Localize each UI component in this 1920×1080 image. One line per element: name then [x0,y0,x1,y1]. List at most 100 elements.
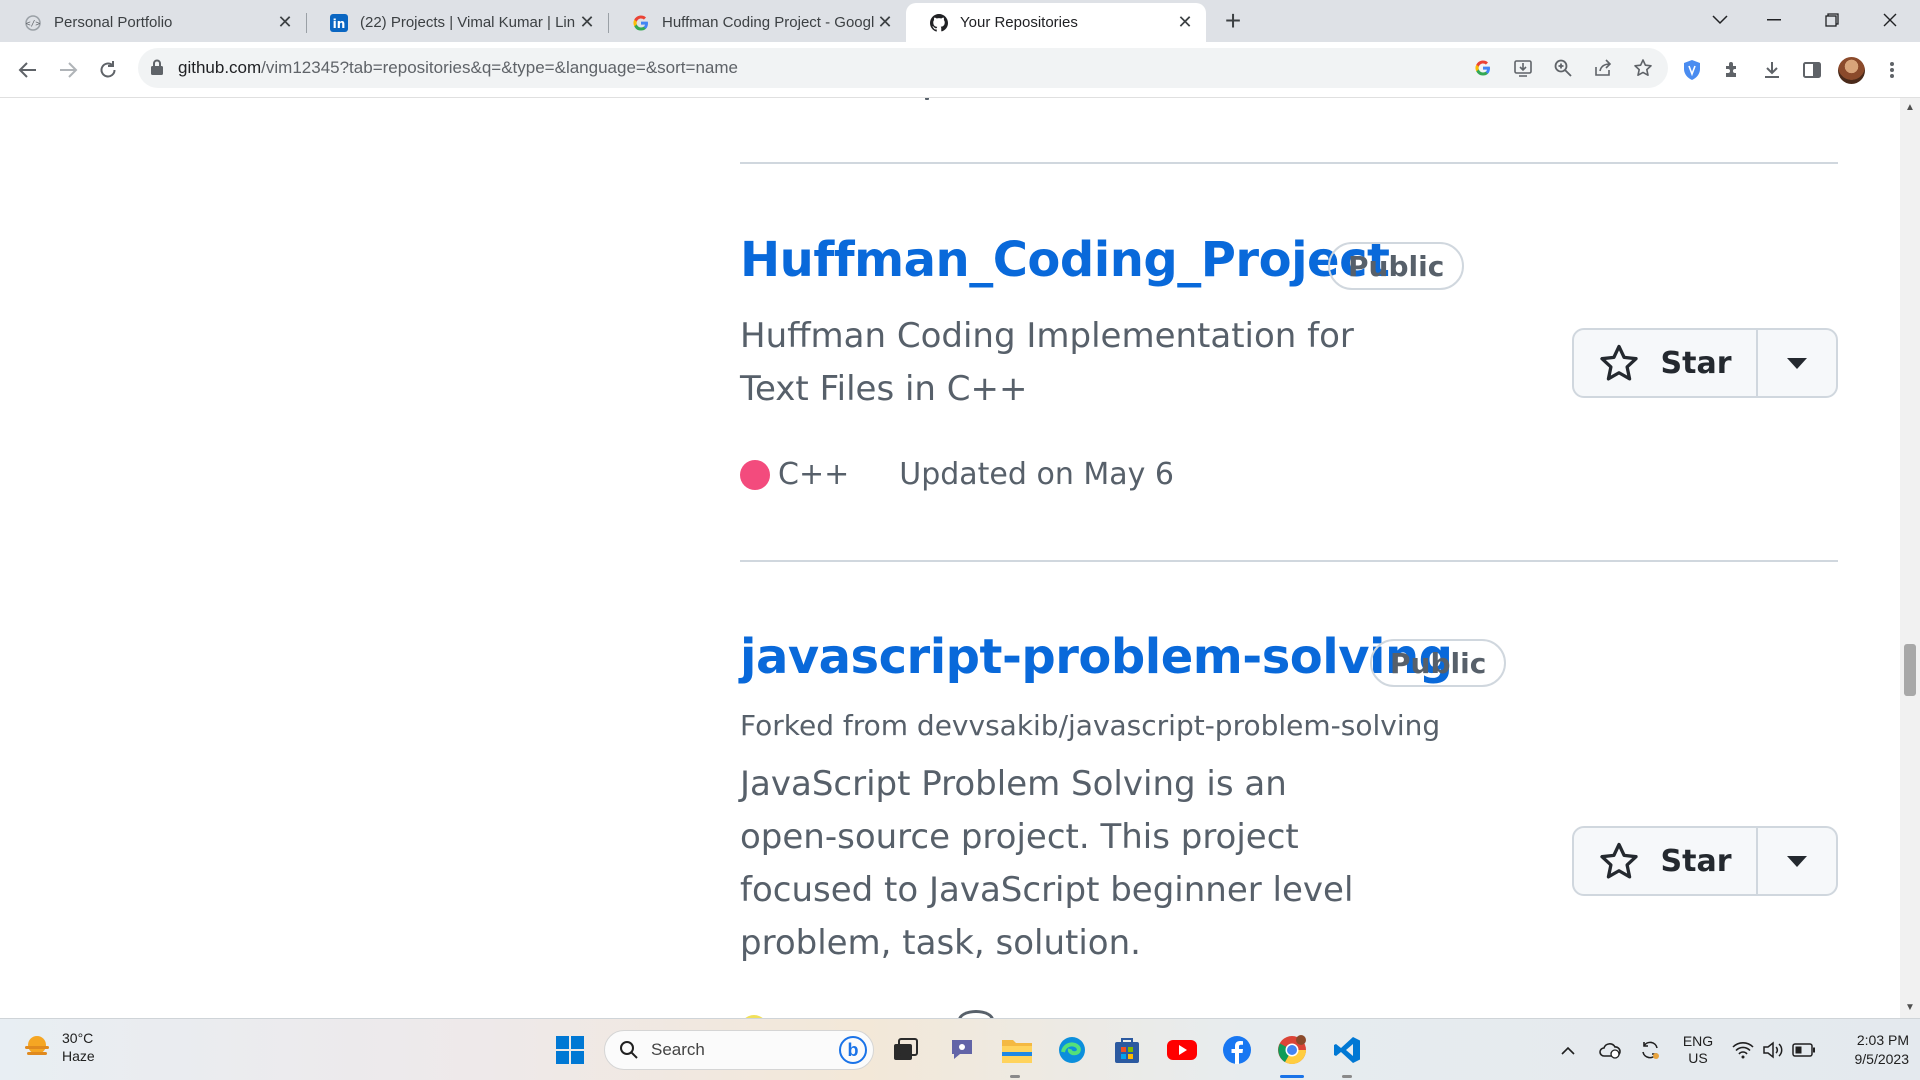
description-line: Huffman Coding Implementation for [740,316,1354,356]
forward-arrow-icon[interactable] [52,54,84,86]
extension-shield-icon[interactable] [1678,56,1706,84]
description-line: problem, task, solution. [740,923,1141,963]
input-language-indicator[interactable]: ENG US [1680,1019,1716,1080]
url-path: /vim12345?tab=repositories&q=&type=&lang… [261,58,738,77]
scroll-down-arrow-icon[interactable]: ▼ [1904,1002,1916,1014]
star-icon [1599,344,1638,381]
side-panel-icon[interactable] [1798,56,1826,84]
star-label: Star [1660,345,1732,381]
sync-icon[interactable] [1636,1019,1664,1080]
scrollbar-thumb[interactable] [1904,644,1916,696]
tab-close-icon[interactable]: ✕ [274,12,296,34]
github-favicon-icon [930,13,948,32]
repositories-page: Huffman_Coding_Project Public Huffman Co… [0,98,1900,1018]
onedrive-cloud-icon[interactable] [1596,1019,1624,1080]
tab-linkedin-projects[interactable]: in (22) Projects | Vimal Kumar | LinkedI… [306,3,609,42]
volume-icon[interactable] [1760,1019,1786,1080]
star-button-group: Star [1572,826,1838,896]
zoom-icon[interactable] [1552,57,1574,79]
address-bar[interactable]: github.com/vim12345?tab=repositories&q=&… [138,48,1668,88]
facebook-icon[interactable] [1219,1032,1255,1068]
file-explorer-icon[interactable] [999,1032,1035,1068]
task-view-icon[interactable] [888,1032,924,1068]
page-scrollbar[interactable] [1900,98,1920,1018]
taskbar-search-box[interactable]: Search b [604,1030,874,1070]
edge-browser-icon[interactable] [1054,1032,1090,1068]
triangle-down-icon [1787,855,1807,867]
bookmark-star-icon[interactable] [1632,57,1654,79]
tab-your-repositories[interactable]: Your Repositories ✕ [906,3,1206,42]
tab-close-icon[interactable]: ✕ [874,12,896,34]
tab-personal-portfolio[interactable]: </> Personal Portfolio ✕ [0,3,307,42]
taskbar-clock[interactable]: 2:03 PM 9/5/2023 [1825,1031,1910,1069]
vscode-icon[interactable] [1329,1032,1365,1068]
visibility-badge: Public [1328,242,1465,290]
reload-icon[interactable] [92,54,124,86]
star-list-dropdown[interactable] [1758,330,1836,396]
linkedin-favicon-icon: in [330,13,348,32]
new-tab-button[interactable]: + [1218,7,1248,36]
tab-google-search[interactable]: Huffman Coding Project - Google Search ✕ [608,3,906,42]
portfolio-favicon-icon: </> [24,14,42,32]
clock-time: 2:03 PM [1856,1032,1909,1048]
scroll-up-arrow-icon[interactable]: ▲ [1904,102,1916,114]
browser-toolbar: github.com/vim12345?tab=repositories&q=&… [0,42,1920,98]
tab-title: Personal Portfolio [54,14,173,31]
windows-taskbar: 30°C Haze Search b ENG US 2:03 PM 9/5/20… [0,1018,1920,1080]
close-window-button[interactable] [1862,0,1918,40]
google-lens-icon[interactable] [1472,57,1494,79]
tab-title: Huffman Coding Project - Google Search [662,14,874,31]
bing-icon[interactable]: b [839,1036,867,1064]
visibility-badge: Public [1370,639,1507,687]
windows-start-icon[interactable] [552,1032,588,1068]
description-line: Text Files in C++ [740,369,1028,409]
downloads-icon[interactable] [1758,56,1786,84]
teams-chat-icon[interactable] [944,1032,980,1068]
haze-sun-icon [25,1036,49,1055]
tab-title: Your Repositories [960,14,1078,31]
microsoft-store-icon[interactable] [1109,1032,1145,1068]
tab-search-chevron-icon[interactable] [1692,0,1748,40]
chrome-icon[interactable] [1274,1032,1310,1068]
svg-text:</>: </> [26,19,41,28]
profile-avatar[interactable] [1838,57,1865,84]
search-placeholder: Search [651,1040,705,1059]
repo-updated: Updated on May 6 [899,457,1175,492]
show-hidden-icons-chevron-icon[interactable] [1556,1019,1580,1080]
kebab-menu-icon[interactable] [1878,56,1906,84]
tab-close-icon[interactable]: ✕ [576,12,598,34]
youtube-icon[interactable] [1164,1032,1200,1068]
extensions-puzzle-icon[interactable] [1718,56,1746,84]
vscode-running-indicator [1342,1075,1352,1078]
fork-icon-partial [958,1010,994,1018]
repo-name-link[interactable]: javascript-problem-solving [740,629,1453,685]
repo-name-link[interactable]: Huffman_Coding_Project [740,232,1390,288]
repo-description: JavaScript Problem Solving is an open-so… [740,758,1353,970]
star-button[interactable]: Star [1574,330,1758,396]
back-arrow-icon[interactable] [12,54,44,86]
language-color-dot [740,459,770,490]
lock-icon[interactable] [150,59,164,81]
star-button[interactable]: Star [1574,828,1758,894]
battery-icon[interactable] [1790,1019,1818,1080]
search-icon [620,1041,638,1059]
install-app-icon[interactable] [1512,57,1534,79]
weather-condition: Haze [62,1048,95,1064]
star-list-dropdown[interactable] [1758,828,1836,894]
browser-tab-strip: </> Personal Portfolio ✕ in (22) Project… [0,0,1920,42]
restore-button[interactable] [1804,0,1860,40]
repo-divider [740,560,1838,562]
share-icon[interactable] [1592,57,1614,79]
url-text: github.com/vim12345?tab=repositories&q=&… [178,58,738,78]
google-favicon-icon [632,14,650,32]
star-label: Star [1660,843,1732,879]
minimize-button[interactable] [1746,0,1802,40]
url-host: github.com [178,58,262,77]
forked-from-text[interactable]: Forked from devvsakib/javascript-problem… [740,709,1440,742]
repo-meta: C++ Updated on May 6 [740,457,1174,492]
repo-description: Huffman Coding Implementation for Text F… [740,310,1354,416]
previous-item-remnant [925,98,929,100]
wifi-icon[interactable] [1730,1019,1756,1080]
weather-widget[interactable]: 30°C Haze [22,1029,95,1065]
tab-close-icon[interactable]: ✕ [1174,12,1196,34]
